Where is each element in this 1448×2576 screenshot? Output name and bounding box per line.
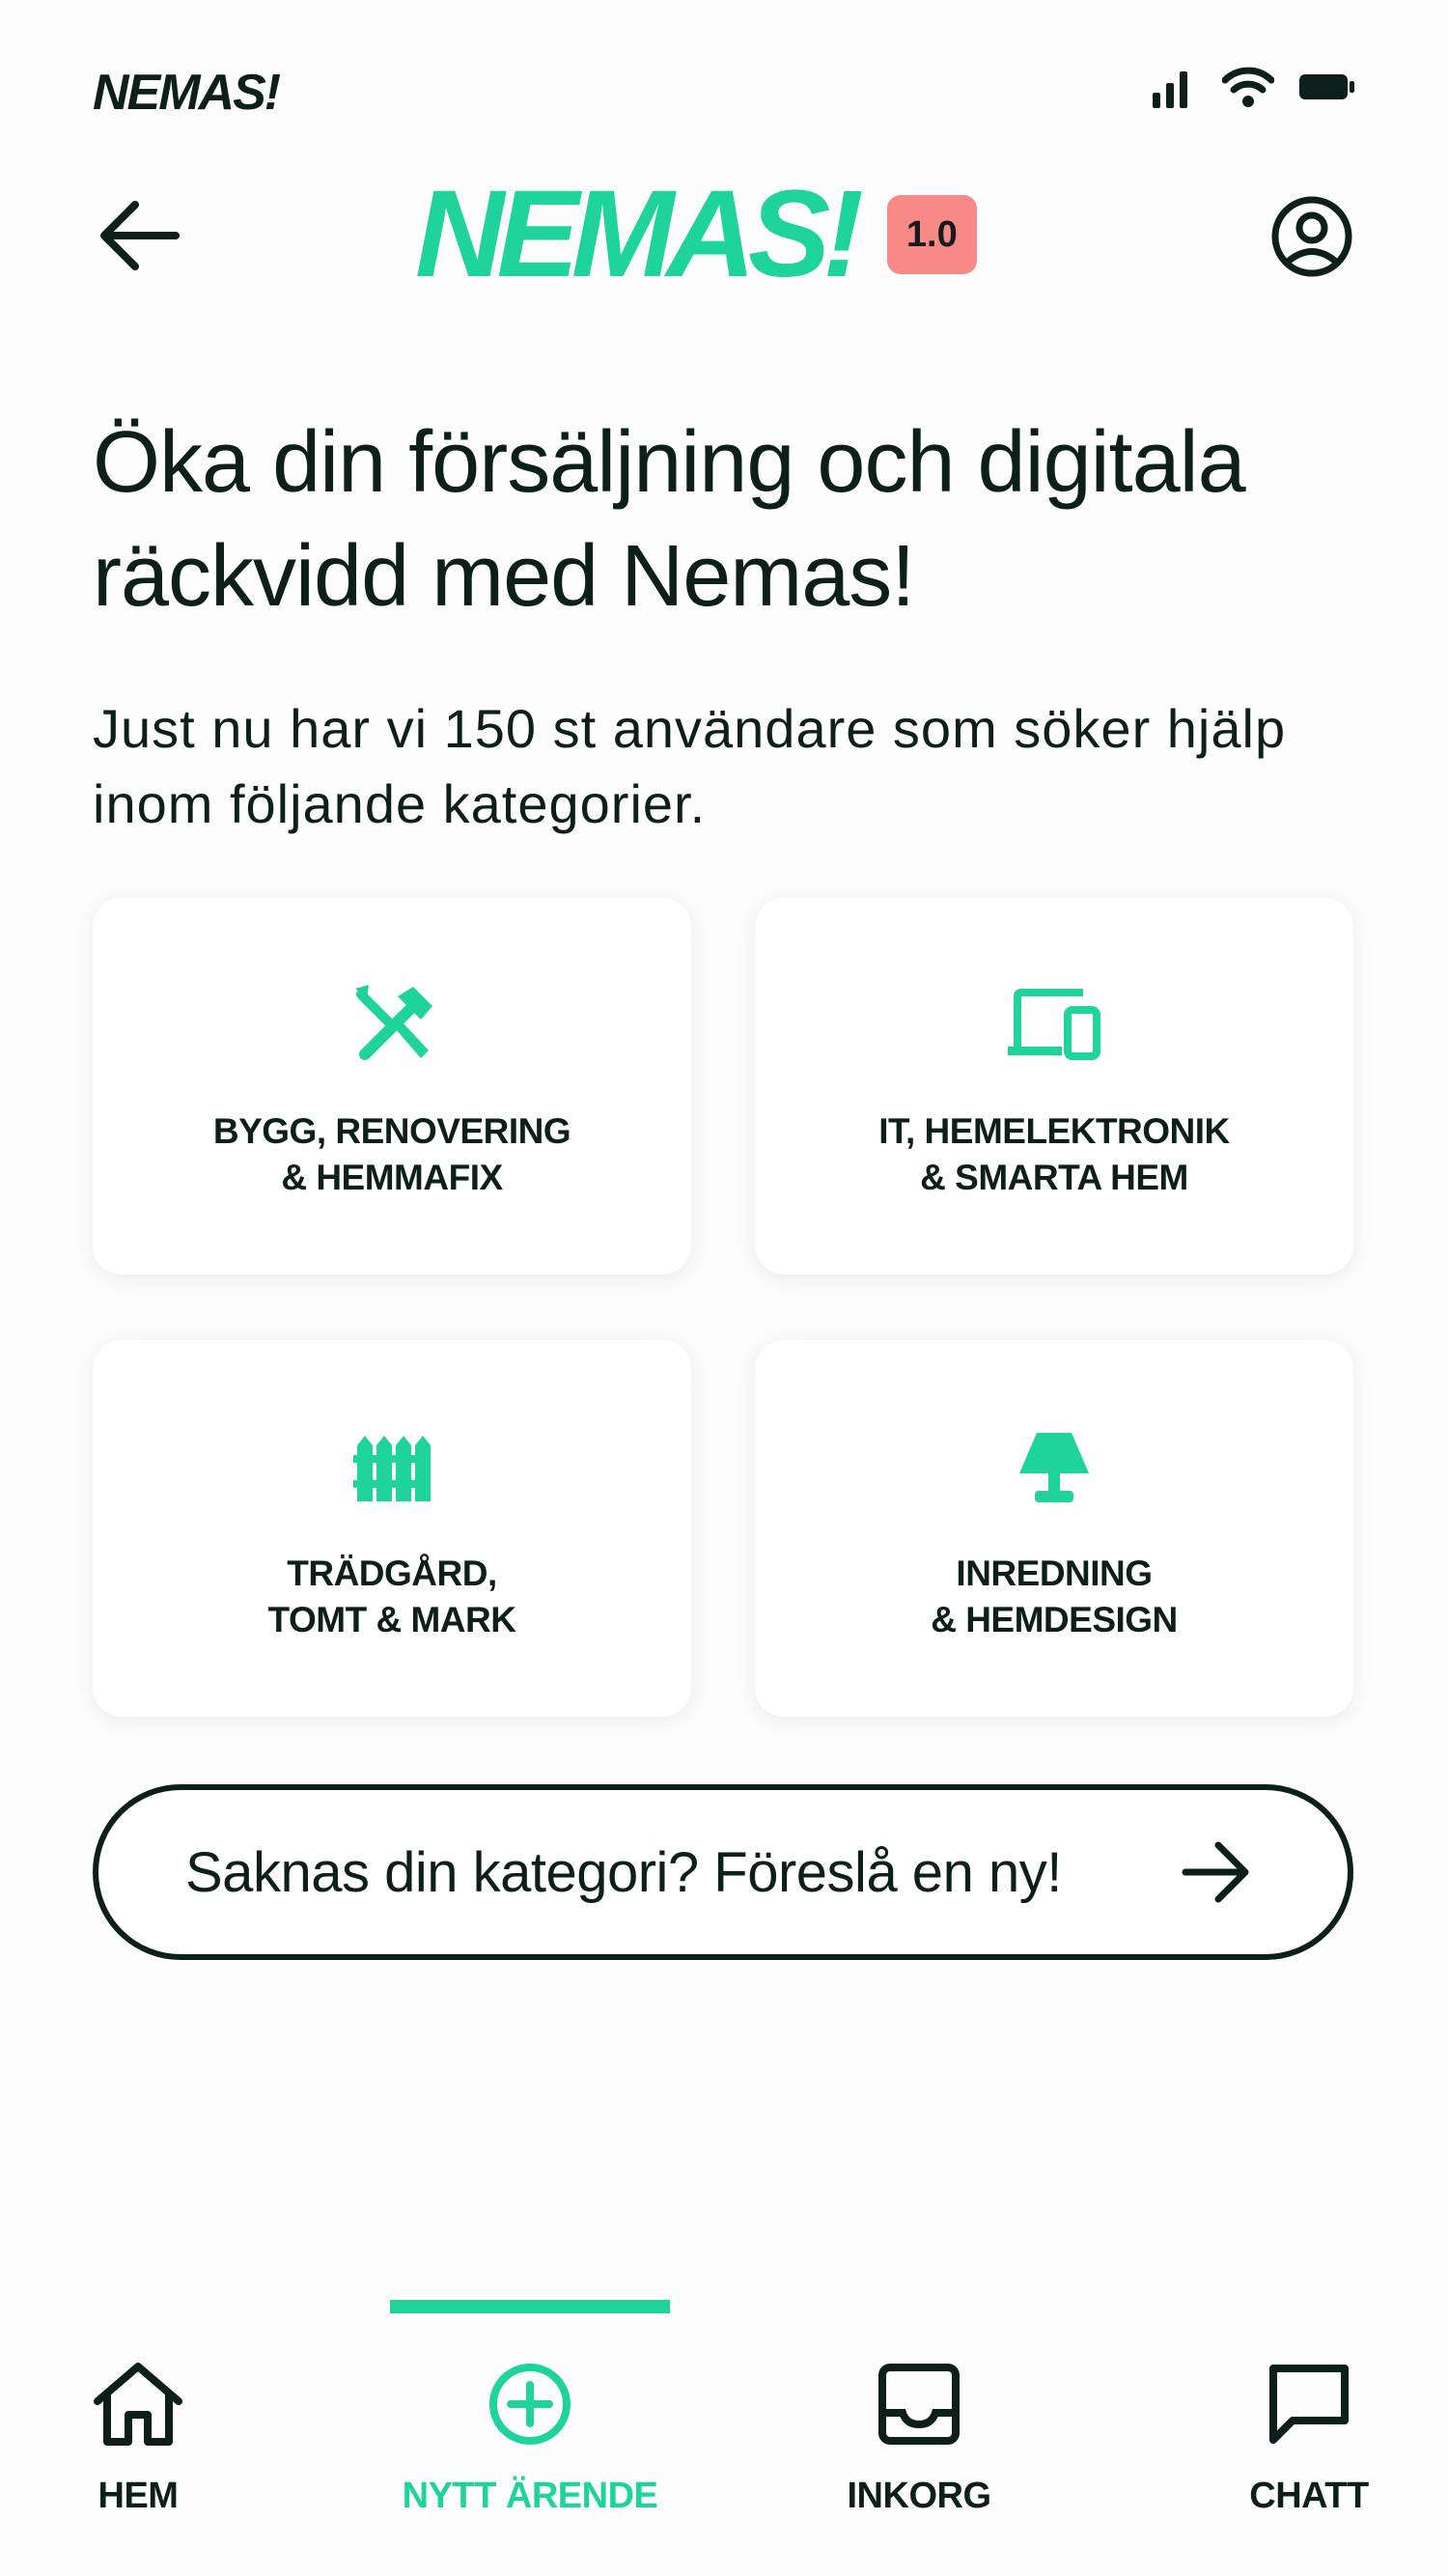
logo: NEMAS! 1.0	[415, 172, 977, 297]
category-card-it[interactable]: IT, HEMELEKTRONIK & SMARTA HEM	[755, 898, 1353, 1274]
category-card-inredning[interactable]: INREDNING & HEMDESIGN	[755, 1340, 1353, 1717]
back-button[interactable]	[93, 189, 185, 282]
nav-label: HEM	[97, 2476, 179, 2516]
page-headline: Öka din försäljning och digitala räckvid…	[93, 414, 1246, 625]
devices-icon	[1006, 981, 1102, 1070]
status-bar-brand: NEMAS!	[93, 65, 281, 121]
nav-label: INKORG	[847, 2476, 992, 2516]
nav-item-hem[interactable]: HEM	[13, 2356, 264, 2517]
category-card-bygg[interactable]: BYGG, RENOVERING & HEMMAFIX	[93, 898, 691, 1274]
suggest-category-label: Saknas din kategori? Föreslå en ny!	[185, 1840, 1062, 1904]
arrow-right-icon	[1182, 1841, 1249, 1903]
lamp-icon	[1017, 1423, 1091, 1512]
battery-icon	[1299, 74, 1354, 99]
nav-item-chatt[interactable]: CHATT	[1183, 2356, 1434, 2517]
category-label: INREDNING & HEMDESIGN	[931, 1554, 1178, 1639]
page-subline: Just nu har vi 150 st användare som söke…	[93, 698, 1287, 834]
category-label: BYGG, RENOVERING & HEMMAFIX	[212, 1111, 571, 1197]
profile-button[interactable]	[1268, 193, 1355, 280]
nav-label: NYTT ÄRENDE	[402, 2476, 658, 2516]
signal-icon	[1153, 71, 1187, 108]
user-circle-icon	[1271, 196, 1352, 277]
category-label: IT, HEMELEKTRONIK & SMARTA HEM	[878, 1111, 1230, 1197]
nav-item-inkorg[interactable]: INKORG	[794, 2356, 1044, 2517]
suggest-category-button[interactable]: Saknas din kategori? Föreslå en ny!	[93, 1784, 1353, 1960]
active-tab-indicator	[390, 2300, 670, 2313]
arrow-left-icon	[100, 201, 180, 270]
nav-item-nytt-arende[interactable]: NYTT ÄRENDE	[402, 2356, 658, 2517]
fence-icon	[353, 1423, 431, 1512]
chat-icon	[1267, 2356, 1351, 2452]
category-label: TRÄDGÅRD, TOMT & MARK	[267, 1554, 516, 1639]
plus-circle-icon	[487, 2356, 573, 2452]
logo-text: NEMAS!	[415, 165, 864, 303]
version-badge: 1.0	[886, 195, 977, 274]
category-card-tradgard[interactable]: TRÄDGÅRD, TOMT & MARK	[93, 1340, 691, 1717]
inbox-icon	[877, 2356, 961, 2452]
home-icon	[92, 2356, 184, 2452]
tools-icon	[348, 981, 436, 1070]
nav-label: CHATT	[1249, 2476, 1369, 2516]
status-icons	[1151, 66, 1355, 108]
wifi-icon	[1222, 67, 1274, 107]
